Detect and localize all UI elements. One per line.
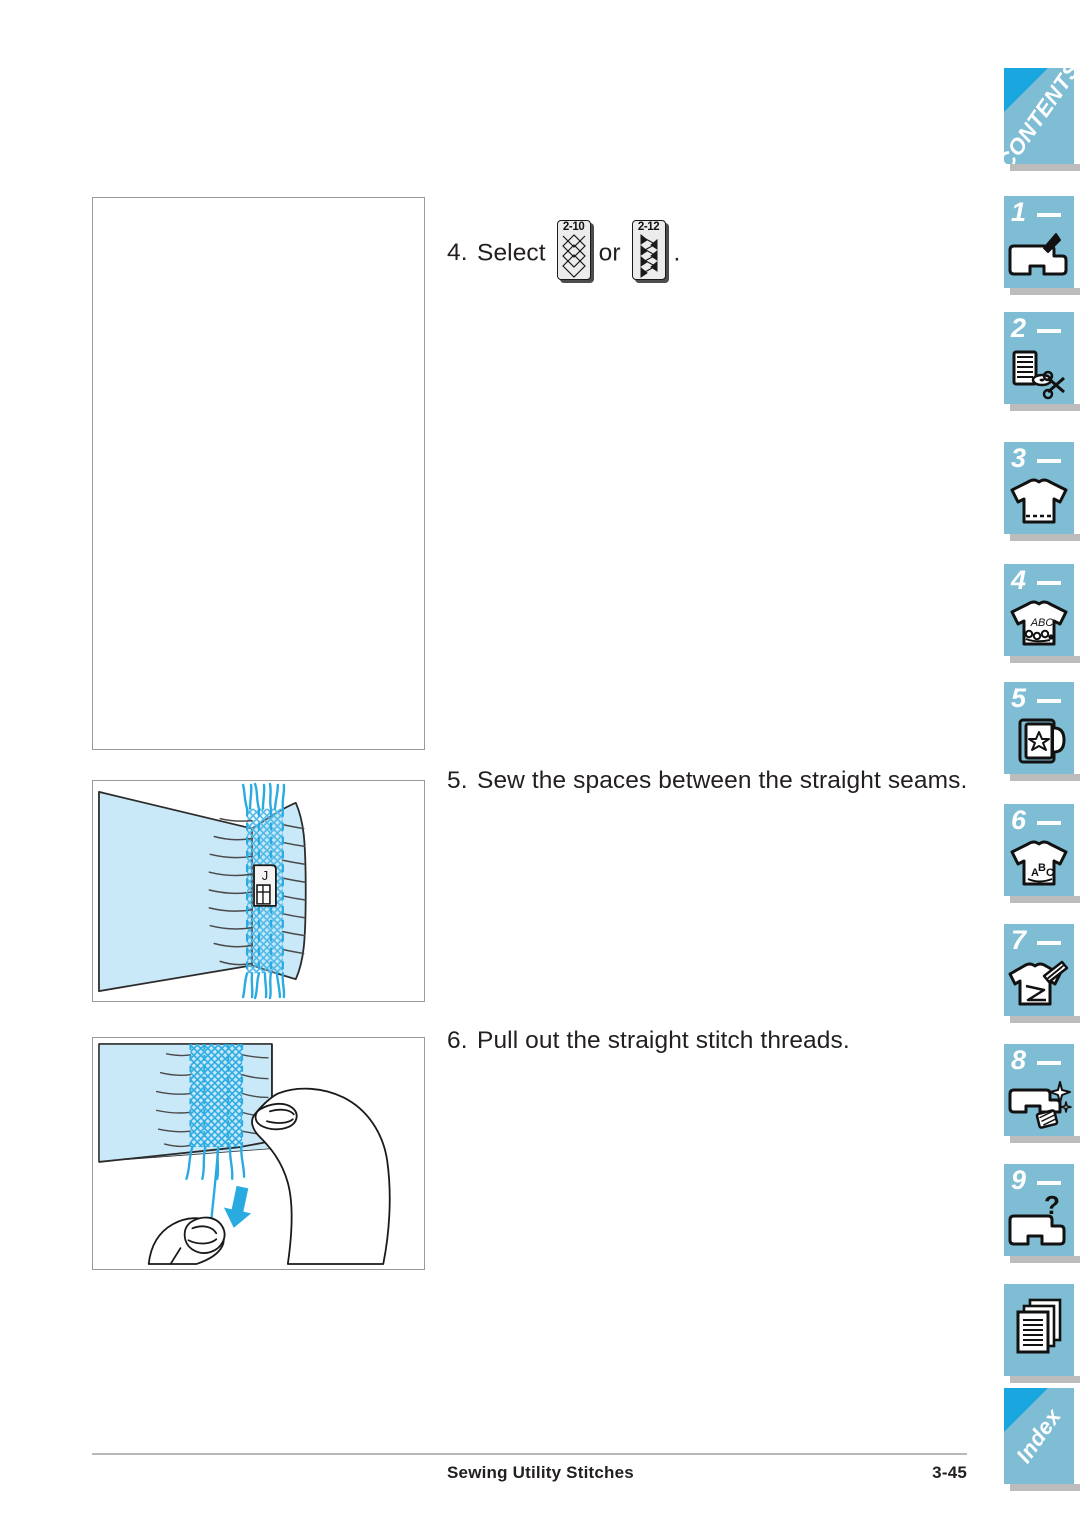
footer-divider [92,1453,967,1455]
step-5-number: 5. [447,767,468,794]
tab-shadow [1010,1256,1080,1263]
presser-foot-j: J [253,864,277,907]
tab-shadow [1010,1016,1080,1023]
tab-dash [1037,459,1061,463]
step-4-text-before: Select [477,239,546,267]
tab-chapter-8[interactable]: 8 [1004,1044,1080,1143]
tab-dash [1037,1061,1061,1065]
tab-shadow [1010,288,1080,295]
tab-number: 9 [1011,1165,1027,1195]
smocking-sew-spaces-illustration: J [92,780,425,1002]
step-4-connector: or [598,239,621,267]
footer-page-number: 3-45 [932,1463,967,1482]
tab-chapter-5[interactable]: 5 [1004,682,1080,781]
tab-number: 6 [1011,805,1027,835]
svg-text:?: ? [1044,1194,1060,1220]
step-5: 5. Sew the spaces between the straight se… [447,766,967,796]
tab-chapter-4[interactable]: 4 ABC [1004,564,1080,663]
svg-text:B: B [1038,862,1046,874]
embroidery-hoop-star-icon [1004,712,1074,772]
tab-chapter-3[interactable]: 3 [1004,442,1080,541]
svg-text:ABC: ABC [1030,617,1054,629]
stitch-pattern-key-2-10[interactable]: 2-10 [556,220,595,284]
step-4-number: 4. [447,239,468,267]
tab-shadow [1010,164,1080,171]
tab-number: 4 [1011,565,1027,595]
tab-shadow [1010,1484,1080,1491]
pull-direction-arrow [223,1185,252,1228]
tab-chapter-9[interactable]: 9 ? [1004,1164,1080,1263]
tab-dash [1037,699,1061,703]
smocking-stitch-glyph [561,234,586,278]
stacked-pages-icon [1004,1294,1074,1362]
tab-dash [1037,941,1061,945]
machine-maintenance-icon [1004,1074,1074,1134]
tab-dash [1037,329,1061,333]
step-6-number: 6. [447,1027,468,1054]
step-6-text: Pull out the straight stitch threads. [477,1027,850,1054]
tab-dash [1037,581,1061,585]
shirt-stitched-hem-icon [1004,472,1074,532]
tab-dash [1037,213,1061,217]
tab-contents[interactable]: CONTENTS [992,57,1080,175]
step-4-text-after: . [673,239,681,267]
sewing-machine-icon [1004,226,1074,286]
tab-chapter-1[interactable]: 1 [1004,196,1080,295]
tab-appendix[interactable] [1004,1284,1080,1383]
tab-number: 7 [1011,925,1027,955]
tab-shadow [1010,534,1080,541]
tab-shadow [1010,656,1080,663]
tab-index[interactable]: Index [1004,1388,1080,1491]
fagoting-stitch-glyph [640,233,658,278]
manual-page: 4. Select 2-10 or 2-12 . J 5. Sew the sp… [0,0,1080,1526]
tab-contents-label-wrap: CONTENTS [992,57,1080,175]
thread-spool-scissors-icon [1004,342,1074,402]
tab-chapter-6[interactable]: 6 A B C [1004,804,1080,903]
stitch-pattern-key-2-12[interactable]: 2-12 [631,220,670,284]
tab-number: 8 [1011,1045,1027,1075]
footer-section-title: Sewing Utility Stitches [447,1463,634,1482]
shirt-abc-decorative-icon: ABC [1004,594,1074,654]
step-5-text: Sew the spaces between the straight seam… [477,767,968,794]
shirt-edit-pencil-icon [1004,954,1074,1014]
tab-index-label-wrap: Index [1011,1403,1067,1468]
tab-number: 1 [1011,197,1027,227]
chapter-tab-strip: CONTENTS 1 2 3 4 ABC 5 6 A B C 7 8 9 ? I… [992,0,1080,1526]
step-4: 4. Select 2-10 or 2-12 . [447,220,681,286]
tab-shadow [1010,1376,1080,1383]
tab-shadow [1010,774,1080,781]
tab-dash [1037,1181,1061,1185]
svg-text:C: C [1046,867,1054,879]
blank-illustration-placeholder [92,197,425,750]
tab-number: 3 [1011,443,1027,473]
svg-text:J: J [262,868,268,883]
machine-question-icon: ? [1004,1194,1074,1254]
shirt-abc-lettering-icon: A B C [1004,834,1074,894]
tab-chapter-2[interactable]: 2 [1004,312,1080,411]
tab-shadow [1010,404,1080,411]
pull-out-threads-illustration [92,1037,425,1270]
step-6: 6. Pull out the straight stitch threads. [447,1026,850,1056]
tab-shadow [1010,1136,1080,1143]
tab-shadow [1010,896,1080,903]
tab-dash [1037,821,1061,825]
tab-number: 5 [1011,683,1027,713]
tab-number: 2 [1011,313,1027,343]
tab-chapter-7[interactable]: 7 [1004,924,1080,1023]
